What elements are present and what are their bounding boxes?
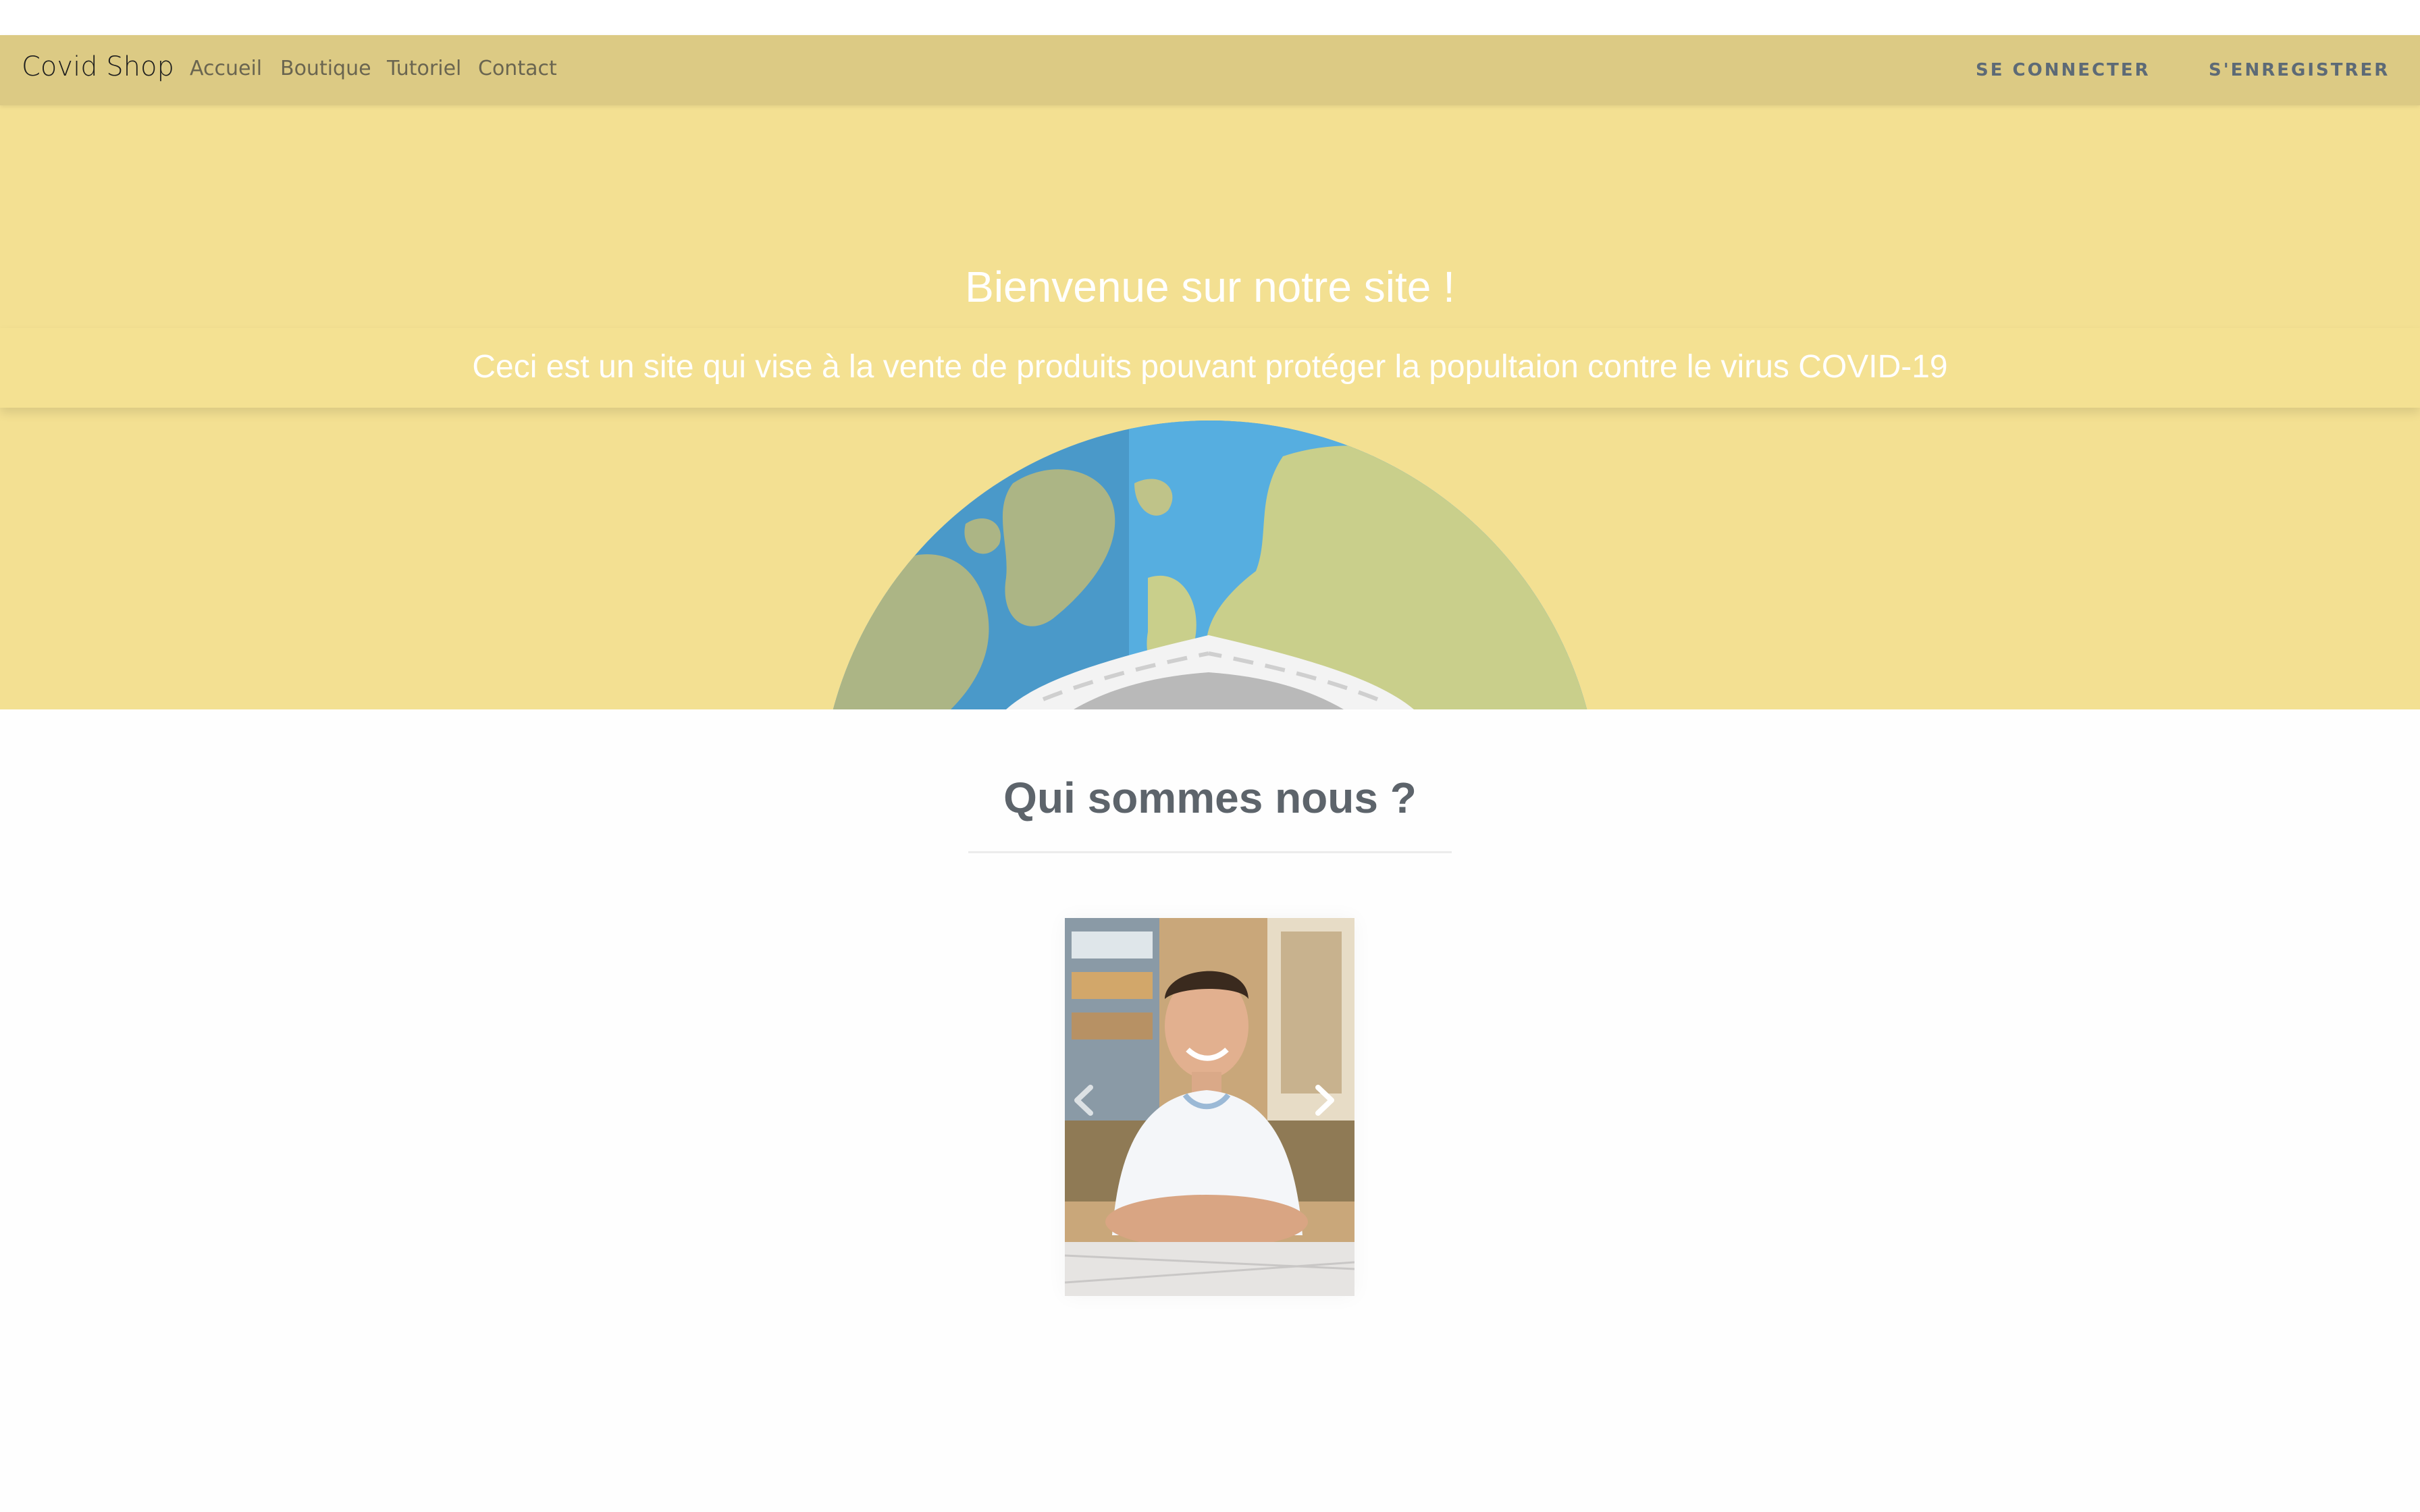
register-button[interactable]: S'ENREGISTRER xyxy=(2209,60,2390,80)
hero-title: Bienvenue sur notre site ! xyxy=(965,263,1455,311)
nav-link-accueil[interactable]: Accueil xyxy=(190,57,262,80)
login-button[interactable]: SE CONNECTER xyxy=(1976,60,2151,80)
carousel-prev-button[interactable] xyxy=(1070,1083,1108,1131)
hero-banner: Bienvenue sur notre site ! Ceci est un s… xyxy=(0,105,2420,709)
about-section-title: Qui sommes nous ? xyxy=(1003,774,1417,822)
top-strip xyxy=(0,0,2420,35)
team-photo-carousel[interactable] xyxy=(1065,918,1354,1296)
carousel-next-button[interactable] xyxy=(1311,1083,1349,1131)
chevron-right-icon xyxy=(1315,1085,1334,1116)
brand-logo-text[interactable]: Covid Shop xyxy=(22,51,174,82)
navbar: Covid Shop Accueil Boutique Tutoriel Con… xyxy=(0,35,2420,105)
hero-subtitle: Ceci est un site qui vise à la vente de … xyxy=(472,349,1948,385)
nav-link-contact[interactable]: Contact xyxy=(478,57,557,80)
section-divider xyxy=(968,851,1452,853)
nav-link-tutoriel[interactable]: Tutoriel xyxy=(387,57,461,80)
chevron-left-icon xyxy=(1074,1085,1093,1116)
nav-link-boutique[interactable]: Boutique xyxy=(280,57,371,80)
